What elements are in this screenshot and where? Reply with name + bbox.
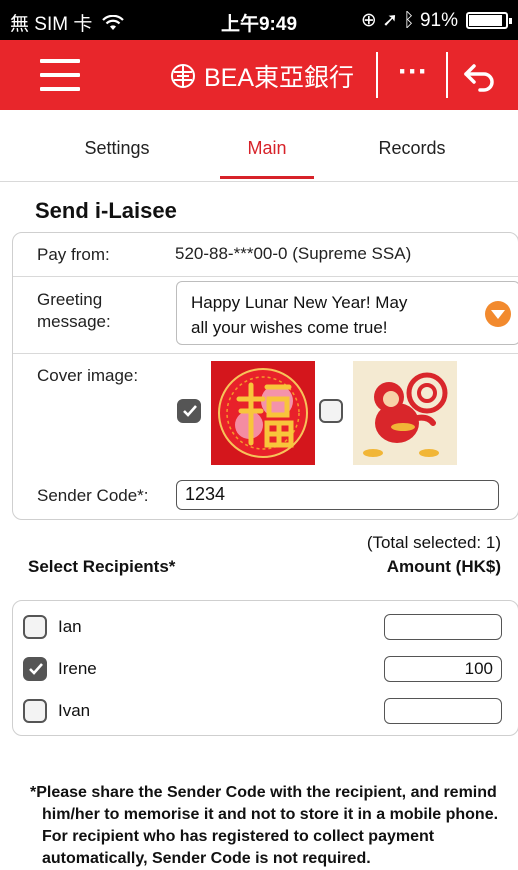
active-tab-indicator [220, 176, 314, 179]
greeting-label-line1: Greeting [37, 290, 103, 309]
bea-logo-icon [171, 64, 195, 88]
battery-fill [469, 15, 502, 26]
pay-from-account[interactable]: 520-88-***00-0 (Supreme SSA) [175, 244, 411, 264]
status-icons: ⊕ ➚ ᛒ 91% [361, 9, 458, 32]
recipient-name: Ivan [58, 701, 91, 720]
lock-rotation-icon: ⊕ [360, 10, 377, 31]
recipient-checkbox-ivan[interactable] [23, 699, 47, 723]
sender-code-label: Sender Code*: [37, 486, 149, 505]
greeting-message-select[interactable]: Happy Lunar New Year! May all your wishe… [176, 281, 518, 345]
cover-image-fu[interactable] [211, 361, 315, 465]
pay-from-label: Pay from: [37, 245, 110, 264]
amount-input-irene[interactable]: 100 [384, 656, 502, 682]
checkmark-icon [29, 663, 43, 675]
sender-code-note: *Please share the Sender Code with the r… [30, 784, 499, 867]
tab-main[interactable]: Main [197, 138, 337, 159]
hamburger-menu-icon[interactable] [40, 59, 80, 91]
amount-input-ivan[interactable] [384, 698, 502, 724]
greeting-label-line2: message: [37, 312, 111, 331]
back-arrow-icon[interactable] [460, 60, 500, 92]
select-recipients-label: Select Recipients* [28, 557, 176, 576]
row-divider [13, 276, 518, 277]
dropdown-arrow-icon[interactable] [485, 301, 511, 327]
cover-image-label: Cover image: [37, 366, 139, 385]
recipient-name: Irene [58, 659, 97, 678]
more-options-icon[interactable]: ··· [382, 57, 444, 87]
brand-logo: BEA東亞銀行 [170, 61, 355, 92]
nav-bar: BEA東亞銀行 ··· [0, 40, 518, 110]
greeting-text-line1: Happy Lunar New Year! May [191, 293, 408, 312]
greeting-text-line2: all your wishes come true! [191, 318, 388, 337]
tab-settings[interactable]: Settings [47, 138, 187, 159]
recipients-list: Ian Irene 100 Ivan [12, 600, 518, 736]
recipient-name: Ian [58, 617, 82, 636]
recipient-checkbox-irene[interactable] [23, 657, 47, 681]
cover-image-monkey[interactable] [353, 361, 457, 465]
page-title: Send i-Laisee [35, 198, 177, 223]
nav-divider [446, 52, 448, 98]
fu-character-image [211, 361, 315, 465]
greeting-label: Greeting message: [37, 289, 111, 333]
nav-divider [376, 52, 378, 98]
checkmark-icon [183, 405, 197, 417]
tab-bar: Settings Main Records [0, 110, 518, 182]
tab-records[interactable]: Records [342, 138, 482, 159]
total-selected: (Total selected: 1) [366, 533, 501, 552]
battery-percent: 91% [419, 10, 458, 31]
status-bar: 無 SIM 卡 上午9:49 ⊕ ➚ ᛒ 91% [0, 0, 518, 40]
payment-form: Pay from: 520-88-***00-0 (Supreme SSA) G… [12, 232, 518, 520]
recipient-checkbox-ian[interactable] [23, 615, 47, 639]
amount-input-ian[interactable] [384, 614, 502, 640]
brand-name: BEA東亞銀行 [204, 64, 355, 92]
location-icon: ➚ [382, 10, 398, 31]
sender-code-input[interactable]: 1234 [176, 480, 499, 510]
battery-icon [466, 12, 512, 29]
monkey-image [353, 361, 457, 465]
cover-monkey-checkbox[interactable] [319, 399, 343, 423]
amount-column-label: Amount (HK$) [386, 557, 501, 576]
bluetooth-icon: ᛒ [403, 10, 415, 31]
row-divider [13, 353, 518, 354]
cover-fu-checkbox[interactable] [177, 399, 201, 423]
